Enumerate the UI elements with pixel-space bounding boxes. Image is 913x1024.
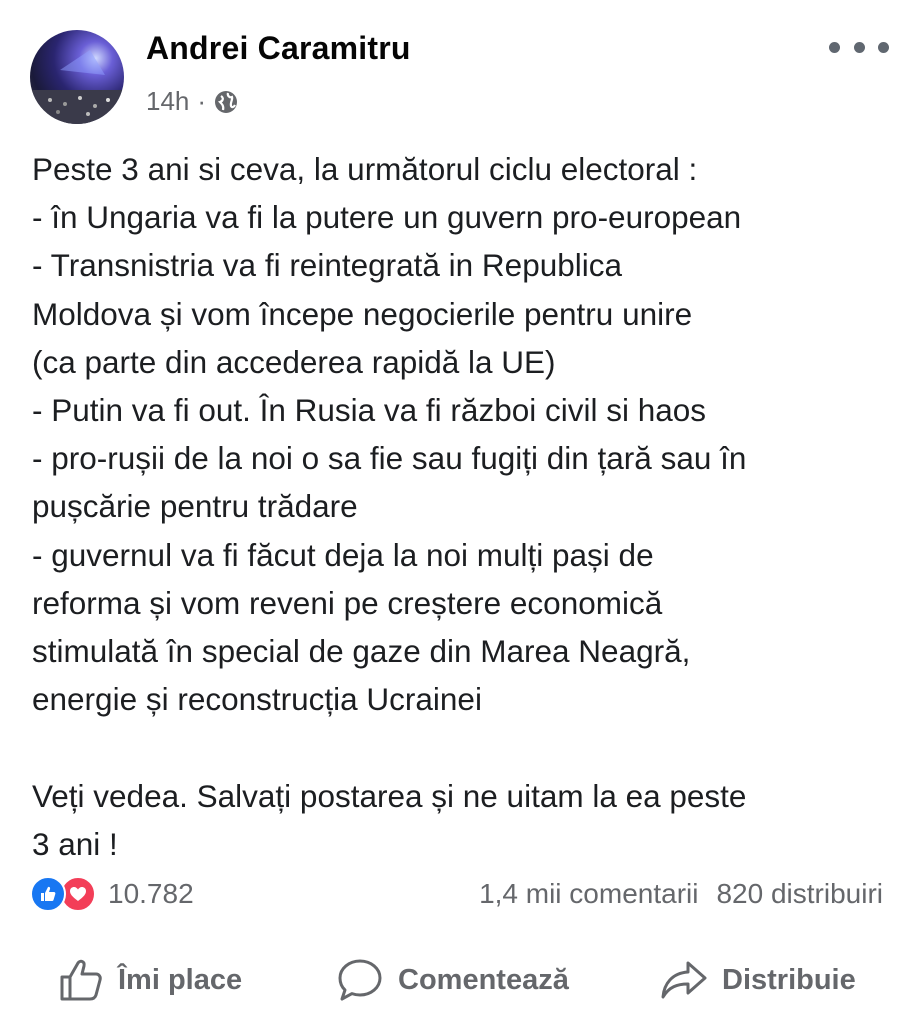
like-button[interactable]: Îmi place: [58, 950, 242, 1010]
post-line: reforma și vom reveni pe creștere econom…: [32, 584, 663, 621]
action-bar: Îmi place Comentează Distribuie: [0, 950, 913, 1010]
reaction-count: 10.782: [108, 878, 194, 909]
share-arrow-icon: [661, 961, 707, 999]
post-line: Moldova și vom începe negocierile pentru…: [32, 295, 693, 332]
post-text: Peste 3 ani si ceva, la următorul ciclu …: [32, 145, 892, 868]
post-line: Veți vedea. Salvați postarea și ne uitam…: [32, 777, 747, 814]
post-line: (ca parte din accederea rapidă la UE): [32, 343, 556, 380]
more-options-button[interactable]: [829, 34, 889, 60]
globe-icon: [214, 90, 238, 114]
dot-icon: [878, 41, 889, 53]
dot-icon: [853, 41, 865, 53]
post-line: - în Ungaria va fi la putere un guvern p…: [32, 199, 742, 236]
comment-bubble-icon: [338, 959, 382, 1001]
thumbs-up-icon: [60, 959, 102, 1001]
post-line: energie și reconstrucția Ucrainei: [32, 681, 482, 718]
avatar[interactable]: [30, 30, 124, 124]
reactions-summary[interactable]: 10.782: [30, 874, 194, 914]
post-time[interactable]: 14h: [146, 86, 189, 117]
post-line: pușcărie pentru trădare: [32, 488, 358, 525]
like-reaction-icon: [30, 876, 66, 912]
share-button[interactable]: Distribuie: [660, 950, 856, 1010]
post-line: - pro-rușii de la noi o sa fie sau fugiț…: [32, 440, 747, 477]
comment-button[interactable]: Comentează: [336, 950, 569, 1010]
author-name[interactable]: Andrei Caramitru: [146, 30, 411, 67]
post-meta: 14h ·: [146, 86, 238, 117]
share-button-label: Distribuie: [722, 963, 856, 996]
post-line: Peste 3 ani si ceva, la următorul ciclu …: [32, 151, 698, 187]
post-line: stimulată în special de gaze din Marea N…: [32, 633, 691, 670]
engagement-counts: 1,4 mii comentarii 820 distribuiri: [479, 878, 883, 910]
post-line: - Putin va fi out. În Rusia va fi război…: [32, 392, 707, 429]
like-button-label: Îmi place: [118, 963, 243, 996]
post-line: - guvernul va fi făcut deja la noi mulți…: [32, 536, 654, 573]
dot-icon: [829, 41, 840, 53]
facebook-post: Andrei Caramitru 14h · Peste 3 ani si ce…: [0, 0, 913, 1024]
comments-count[interactable]: 1,4 mii comentarii: [479, 878, 698, 910]
post-line: - Transnistria va fi reintegrată in Repu…: [32, 247, 623, 284]
post-line: 3 ani !: [32, 825, 118, 862]
meta-separator: ·: [197, 86, 207, 116]
comment-button-label: Comentează: [398, 963, 569, 996]
shares-count[interactable]: 820 distribuiri: [716, 878, 883, 910]
